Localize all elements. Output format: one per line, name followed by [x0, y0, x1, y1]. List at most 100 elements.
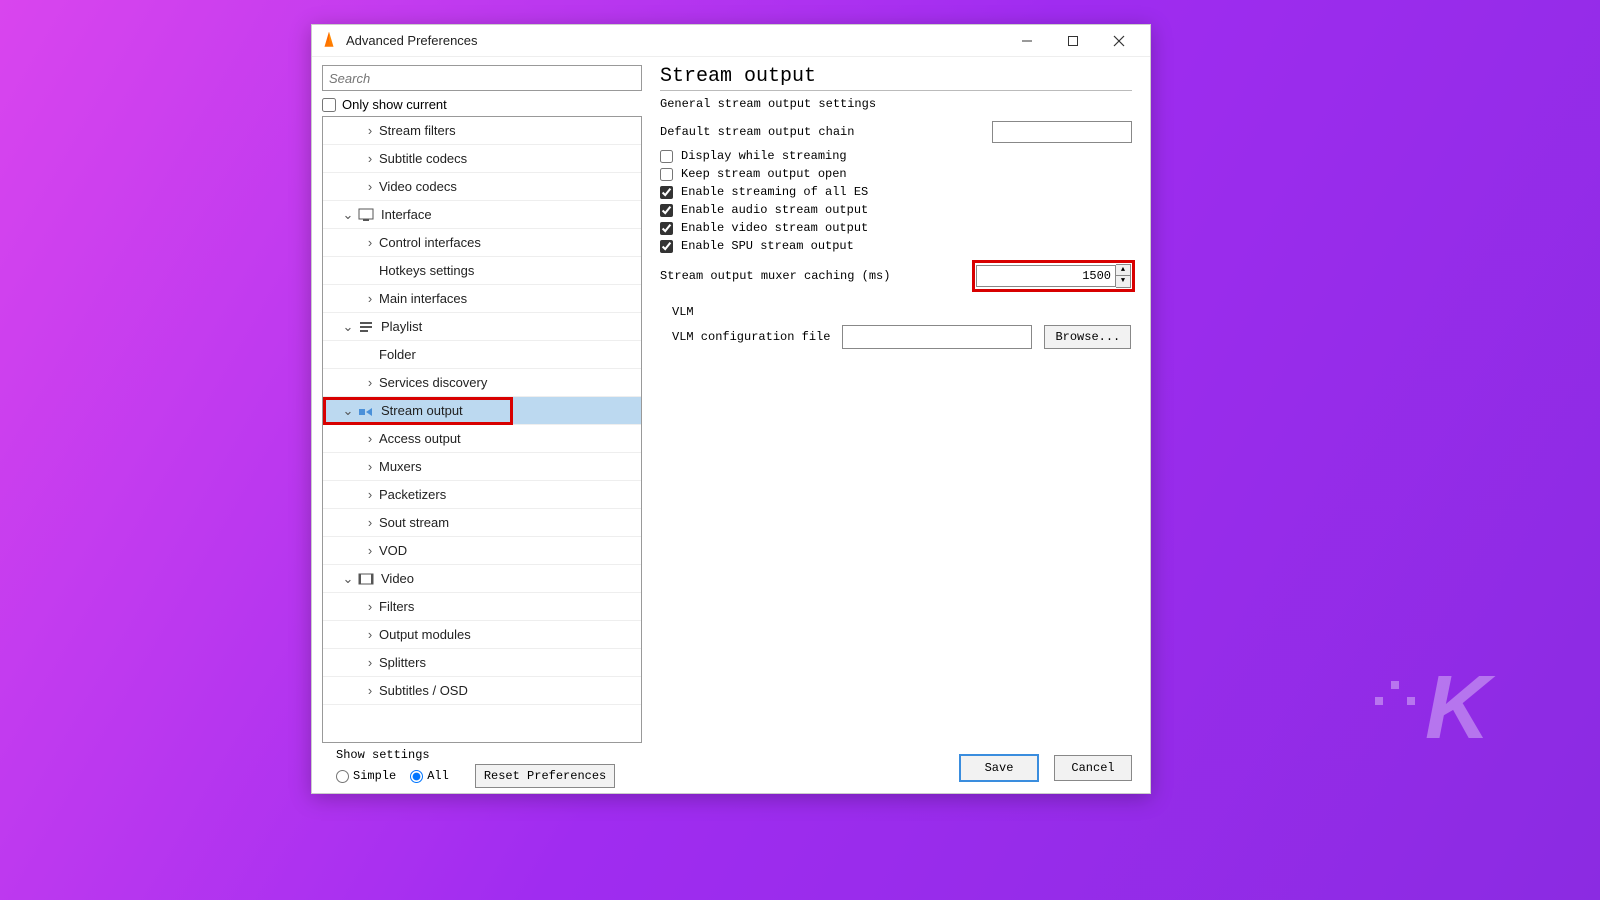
chevron-right-icon[interactable]: › [363, 487, 377, 502]
tree-item-hotkeys-settings[interactable]: Hotkeys settings [323, 257, 641, 285]
tree-item-label: Services discovery [379, 375, 487, 390]
tree-item-label: Hotkeys settings [379, 263, 474, 278]
panel-title: Stream output [660, 65, 1132, 91]
muxer-cache-spinner: ▲ ▼ [1116, 264, 1131, 288]
maximize-button[interactable] [1050, 26, 1096, 56]
check-video[interactable] [660, 222, 673, 235]
chevron-right-icon[interactable]: › [363, 291, 377, 306]
check-audio-row: Enable audio stream output [660, 203, 1132, 217]
tree-item-services-discovery[interactable]: ›Services discovery [323, 369, 641, 397]
tree-item-label: Muxers [379, 459, 422, 474]
search-input[interactable] [322, 65, 642, 91]
muxer-cache-label: Stream output muxer caching (ms) [660, 269, 975, 283]
chevron-down-icon[interactable]: ⌄ [341, 571, 355, 587]
check-es[interactable] [660, 186, 673, 199]
tree-item-video[interactable]: ⌄Video [323, 565, 641, 593]
tree-item-label: Filters [379, 599, 414, 614]
browse-button[interactable]: Browse... [1044, 325, 1131, 349]
check-audio[interactable] [660, 204, 673, 217]
muxer-cache-highlight: ▲ ▼ [975, 263, 1132, 289]
tree-item-output-modules[interactable]: ›Output modules [323, 621, 641, 649]
tree-item-subtitle-codecs[interactable]: ›Subtitle codecs [323, 145, 641, 173]
chevron-right-icon[interactable]: › [363, 655, 377, 670]
check-keep-label: Keep stream output open [681, 167, 847, 181]
vlm-file-row: VLM configuration file Browse... [672, 325, 1132, 349]
check-spu[interactable] [660, 240, 673, 253]
chevron-right-icon[interactable]: › [363, 683, 377, 698]
interface-icon [357, 207, 375, 223]
chevron-down-icon[interactable]: ⌄ [341, 403, 355, 419]
check-display-label: Display while streaming [681, 149, 847, 163]
check-keep[interactable] [660, 168, 673, 181]
reset-preferences-button[interactable]: Reset Preferences [475, 764, 615, 788]
chevron-right-icon[interactable]: › [363, 599, 377, 614]
tree-item-sout-stream[interactable]: ›Sout stream [323, 509, 641, 537]
radio-all-label[interactable]: All [410, 769, 449, 783]
cancel-button[interactable]: Cancel [1054, 755, 1132, 781]
tree-item-subtitles-osd[interactable]: ›Subtitles / OSD [323, 677, 641, 705]
default-chain-row: Default stream output chain [660, 121, 1132, 143]
chevron-right-icon[interactable]: › [363, 179, 377, 194]
tree-item-packetizers[interactable]: ›Packetizers [323, 481, 641, 509]
tree-item-video-codecs[interactable]: ›Video codecs [323, 173, 641, 201]
spinner-down[interactable]: ▼ [1116, 276, 1130, 287]
tree-item-interface[interactable]: ⌄ Interface [323, 201, 641, 229]
category-tree[interactable]: ›Stream filters›Subtitle codecs›Video co… [323, 117, 641, 742]
check-audio-label: Enable audio stream output [681, 203, 868, 217]
only-show-current-checkbox[interactable] [322, 98, 336, 112]
vlm-file-input[interactable] [842, 325, 1032, 349]
radio-simple-label[interactable]: Simple [336, 769, 396, 783]
tree-item-label: Subtitles / OSD [379, 683, 468, 698]
tree-item-label: Video codecs [379, 179, 457, 194]
tree-item-label: Interface [381, 207, 432, 222]
save-button[interactable]: Save [960, 755, 1038, 781]
chevron-down-icon[interactable]: ⌄ [341, 319, 355, 335]
footer: Show settings Simple All Reset Preferenc… [312, 743, 1150, 793]
left-column: Only show current ›Stream filters›Subtit… [322, 65, 642, 743]
spinner-up[interactable]: ▲ [1116, 265, 1130, 276]
default-chain-input[interactable] [992, 121, 1132, 143]
chevron-right-icon[interactable]: › [363, 515, 377, 530]
radio-simple[interactable] [336, 770, 349, 783]
tree-container: ›Stream filters›Subtitle codecs›Video co… [322, 116, 642, 743]
tree-item-access-output[interactable]: ›Access output [323, 425, 641, 453]
minimize-button[interactable] [1004, 26, 1050, 56]
tree-item-main-interfaces[interactable]: ›Main interfaces [323, 285, 641, 313]
only-show-current-row: Only show current [322, 97, 642, 112]
chevron-right-icon[interactable]: › [363, 375, 377, 390]
tree-item-control-interfaces[interactable]: ›Control interfaces [323, 229, 641, 257]
muxer-cache-row: Stream output muxer caching (ms) ▲ ▼ [660, 263, 1132, 289]
tree-item-label: Subtitle codecs [379, 151, 467, 166]
tree-item-stream-filters[interactable]: ›Stream filters [323, 117, 641, 145]
chevron-right-icon[interactable]: › [363, 459, 377, 474]
tree-item-vod[interactable]: ›VOD [323, 537, 641, 565]
tree-item-playlist[interactable]: ⌄Playlist [323, 313, 641, 341]
tree-item-muxers[interactable]: ›Muxers [323, 453, 641, 481]
check-es-row: Enable streaming of all ES [660, 185, 1132, 199]
tree-item-folder[interactable]: Folder [323, 341, 641, 369]
footer-right: Save Cancel [960, 755, 1132, 781]
chevron-right-icon[interactable]: › [363, 543, 377, 558]
chevron-right-icon[interactable]: › [363, 431, 377, 446]
tree-item-label: Access output [379, 431, 461, 446]
window-title: Advanced Preferences [346, 33, 478, 48]
chevron-right-icon[interactable]: › [363, 235, 377, 250]
watermark: K [1425, 657, 1490, 760]
vlc-cone-icon [320, 32, 338, 50]
radio-all[interactable] [410, 770, 423, 783]
tree-item-highlight: ⌄ Stream output [323, 397, 641, 425]
tree-item-label: Stream output [381, 403, 463, 418]
titlebar: Advanced Preferences [312, 25, 1150, 57]
tree-item-filters[interactable]: ›Filters [323, 593, 641, 621]
check-display[interactable] [660, 150, 673, 163]
tree-item-stream-output[interactable]: ⌄ Stream output [323, 397, 641, 425]
tree-item-splitters[interactable]: ›Splitters [323, 649, 641, 677]
close-button[interactable] [1096, 26, 1142, 56]
muxer-cache-input[interactable] [976, 265, 1116, 287]
chevron-right-icon[interactable]: › [363, 123, 377, 138]
chevron-right-icon[interactable]: › [363, 151, 377, 166]
tree-item-label: Output modules [379, 627, 471, 642]
check-spu-label: Enable SPU stream output [681, 239, 854, 253]
chevron-right-icon[interactable]: › [363, 627, 377, 642]
chevron-down-icon[interactable]: ⌄ [341, 207, 355, 223]
